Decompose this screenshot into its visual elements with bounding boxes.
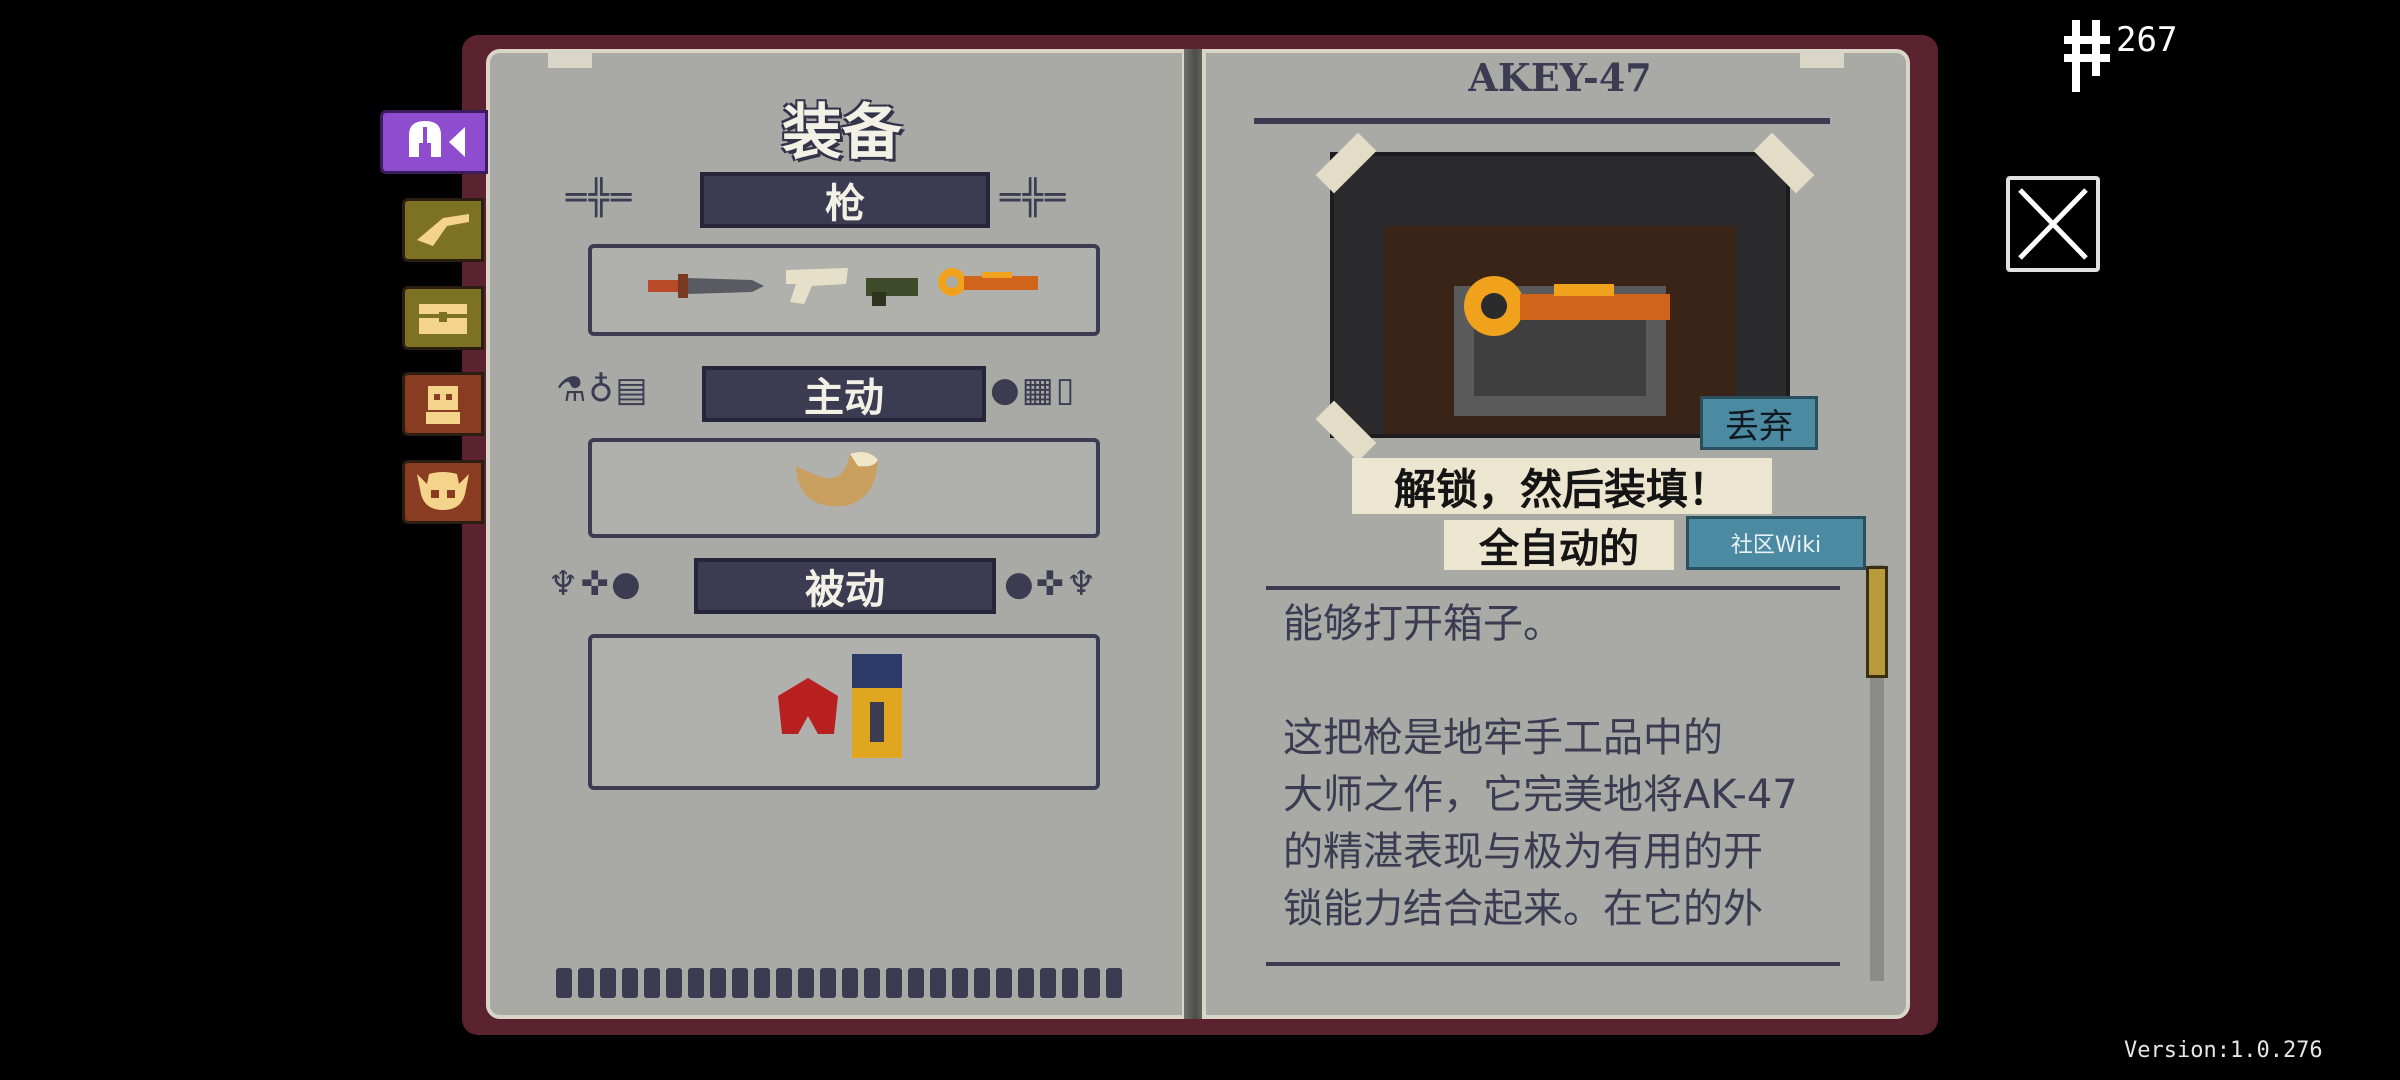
header-rule	[1254, 118, 1830, 124]
active-ornament-left: ⚗♁▤	[556, 370, 650, 410]
description-bottom-rule	[1266, 962, 1840, 966]
tab-bosses[interactable]	[402, 460, 484, 524]
akey47-portrait-icon	[1334, 156, 1786, 434]
horn-active-item[interactable]	[788, 446, 884, 516]
green-gun-item[interactable]	[862, 262, 924, 310]
active-section-banner: 主动	[702, 366, 986, 422]
drop-button[interactable]: 丢弃	[1700, 396, 1818, 450]
tab-npcs[interactable]	[402, 372, 484, 436]
weapon-type-tag: 全自动的	[1444, 520, 1674, 572]
gun-icon	[417, 214, 469, 246]
weapon-description: 能够打开箱子。 这把枪是地牢手工品中的 大师之作，它完美地将AK-47 的精湛表…	[1283, 601, 1798, 932]
skull-icon	[417, 472, 469, 510]
sword-gun-item[interactable]	[644, 262, 768, 310]
close-button[interactable]	[2006, 176, 2100, 272]
chest-icon	[419, 304, 467, 334]
passive-ornament-right: ●✜♆	[1004, 564, 1099, 604]
passive-slot	[588, 634, 1100, 790]
description-scroll-thumb[interactable]	[1866, 566, 1888, 678]
page-title: 装备	[782, 98, 902, 168]
community-wiki-button[interactable]: 社区Wiki	[1686, 516, 1866, 570]
currency-display: 267	[2062, 18, 2202, 98]
passive-ornament-left: ♆✜●	[548, 564, 643, 604]
tab-equipment[interactable]	[380, 110, 488, 174]
page-corner	[1800, 52, 1844, 68]
guns-section-banner: 枪	[700, 172, 990, 228]
gun-ornament-right: ═╬═	[1000, 178, 1068, 218]
close-icon	[2018, 188, 2088, 260]
akey47-item[interactable]	[934, 256, 1046, 312]
active-ornament-right: ●▦▯	[990, 370, 1077, 410]
currency-amount: 267	[2116, 20, 2178, 60]
tab-guns[interactable]	[402, 198, 484, 262]
white-gun-item[interactable]	[782, 262, 852, 310]
tab-items[interactable]	[402, 286, 484, 350]
ammo-passive-item[interactable]	[848, 650, 906, 762]
npc-icon	[426, 386, 460, 424]
red-helmet-passive-item[interactable]	[774, 672, 842, 740]
page-bottom-ornament	[556, 968, 1130, 1004]
page-corner	[548, 52, 592, 68]
weapon-quote: 解锁，然后装填！	[1352, 458, 1772, 514]
version-label: Version:1.0.276	[2124, 1038, 2323, 1063]
gun-ornament-left: ═╬═	[566, 178, 634, 218]
passive-section-banner: 被动	[694, 558, 996, 614]
helmet-icon	[409, 121, 465, 157]
weapon-name: AKEY-47	[1468, 55, 1652, 100]
description-top-rule	[1266, 586, 1840, 590]
hegemony-credit-icon	[2064, 20, 2110, 92]
